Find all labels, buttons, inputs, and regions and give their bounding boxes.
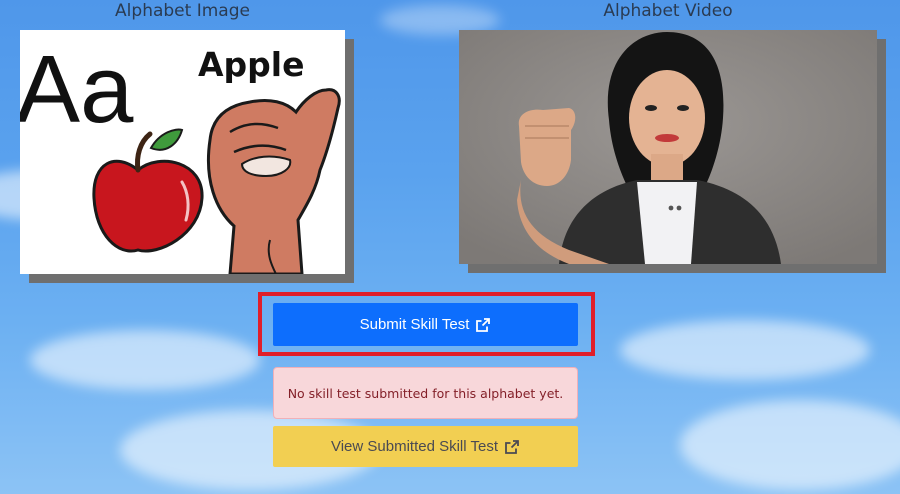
skill-test-status-text: No skill test submitted for this alphabe… bbox=[287, 385, 564, 401]
alphabet-image: Aa Apple bbox=[20, 30, 345, 274]
cloud bbox=[30, 330, 260, 390]
external-link-icon bbox=[504, 439, 520, 455]
submit-skill-test-button[interactable]: Submit Skill Test bbox=[273, 303, 578, 346]
external-link-icon bbox=[475, 317, 491, 333]
alphabet-word: Apple bbox=[198, 45, 304, 84]
alphabet-video-heading: Alphabet Video bbox=[603, 1, 733, 21]
submit-skill-test-label: Submit Skill Test bbox=[359, 316, 470, 333]
alphabet-letters: Aa bbox=[20, 36, 134, 143]
cloud bbox=[620, 320, 870, 380]
alphabet-image-heading: Alphabet Image bbox=[115, 1, 250, 21]
cloud bbox=[680, 400, 900, 490]
apple-icon bbox=[92, 128, 204, 253]
view-submitted-skill-test-button[interactable]: View Submitted Skill Test bbox=[273, 426, 578, 467]
skill-test-status-alert: No skill test submitted for this alphabe… bbox=[273, 367, 578, 419]
video-frame bbox=[459, 30, 877, 264]
hand-sign-icon bbox=[206, 88, 341, 274]
alphabet-illustration: Aa Apple bbox=[20, 36, 341, 274]
view-submitted-skill-test-label: View Submitted Skill Test bbox=[330, 438, 499, 455]
alphabet-video-player[interactable] bbox=[459, 30, 877, 264]
